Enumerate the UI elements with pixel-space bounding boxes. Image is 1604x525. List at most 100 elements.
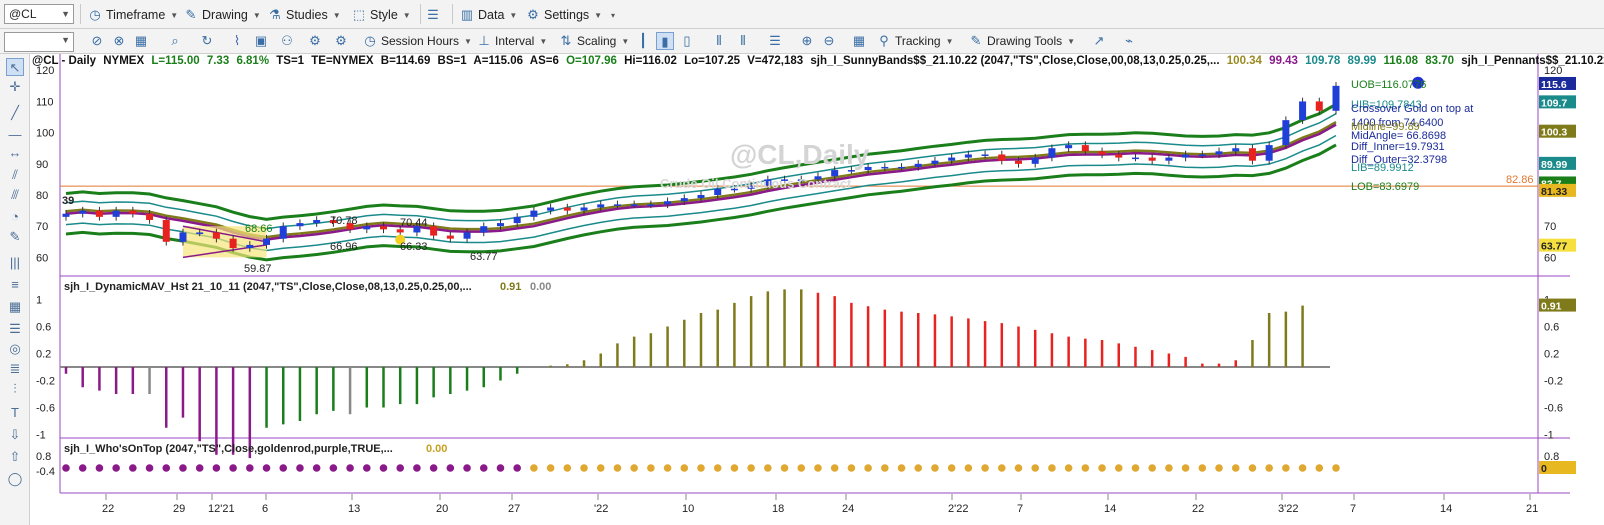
horizontal-line-icon[interactable]: — <box>6 126 24 144</box>
levels-icon[interactable]: ☰ <box>6 320 24 338</box>
wot-dot <box>847 464 856 472</box>
chevron-down-icon[interactable]: ▼ <box>61 35 70 45</box>
diff-inner-label: Diff_Inner=19.7931 <box>1351 141 1445 153</box>
data-menu[interactable]: ▥ Data ▼ <box>460 5 517 25</box>
retracement-icon[interactable]: ≣ <box>6 360 24 378</box>
range-icon[interactable]: ⦀ <box>734 32 752 50</box>
date-axis-tick: 22 <box>1192 503 1204 515</box>
wot-dot <box>362 464 371 472</box>
chevron-down-icon: ▼ <box>539 36 548 46</box>
candle-body <box>964 154 972 158</box>
link-icon[interactable]: ⊗ <box>110 32 128 50</box>
candle-body <box>263 238 271 245</box>
settings-menu[interactable]: ⚙ Settings ▼ <box>526 5 602 25</box>
refresh-icon[interactable]: ↻ <box>198 32 216 50</box>
header-open: O=107.96 <box>566 55 617 67</box>
data-label: Data <box>478 8 505 22</box>
chevron-down-icon: ▼ <box>621 36 630 46</box>
pencil-icon[interactable]: ✎ <box>6 228 24 246</box>
zoom-icon[interactable]: ⌕ <box>166 32 184 50</box>
spiral-icon[interactable]: ◎ <box>6 340 24 358</box>
chart-area[interactable]: 12011010090807060120110706082.86@CL,Dail… <box>30 54 1604 525</box>
chevron-down-icon[interactable]: ▼ <box>61 5 70 23</box>
grid-icon[interactable]: ▦ <box>850 32 868 50</box>
trend-icon[interactable]: ↗ <box>1090 32 1108 50</box>
interval-menu[interactable]: ⊥ Interval ▼ <box>476 31 547 51</box>
chevron-down-icon: ▼ <box>464 36 472 46</box>
candle-body <box>246 244 254 249</box>
candle-body <box>1299 101 1307 121</box>
volume-icon[interactable]: ⦀ <box>710 32 728 50</box>
format-icon[interactable]: ⚙ <box>332 32 350 50</box>
session-hours-menu[interactable]: ◷ Session Hours ▼ <box>362 31 472 51</box>
candle-body <box>563 207 571 211</box>
wot-dot <box>914 464 923 472</box>
image-icon[interactable]: ▣ <box>252 32 270 50</box>
wot-dot <box>713 464 722 472</box>
interval-input[interactable]: ▼ <box>4 32 74 52</box>
osc-tag: 0.91 <box>1541 301 1562 313</box>
date-axis-tick: 22 <box>102 503 114 515</box>
drawing-toolbar: ↖ ✛ ╱ — ↔ ⫽ ⫻ ◔ ✎ ||| ≡ ▦ ☰ ◎ ≣ ⫶ T ⇩ ⇧ … <box>0 54 30 525</box>
wot-dot <box>195 464 204 472</box>
header-study-value: 89.99 <box>1347 55 1377 67</box>
date-axis-tick: 7 <box>1350 503 1356 515</box>
candle-body <box>1031 157 1039 164</box>
osc-right-axis-tick: 0.2 <box>1544 349 1559 361</box>
wot-dot <box>346 464 354 472</box>
header-study-sunnybands: sjh_I_SunnyBands$$_21.10.22 (2047,"TS",C… <box>810 55 1220 67</box>
drawing-tools-menu[interactable]: ✎ Drawing Tools ▼ <box>968 31 1076 51</box>
scaling-menu[interactable]: ⇅ Scaling ▼ <box>558 31 630 51</box>
wot-dot <box>1181 464 1190 472</box>
candle-body <box>530 210 538 217</box>
zoom-in-icon[interactable]: ⊕ <box>798 32 816 50</box>
arrow-up-icon[interactable]: ⇧ <box>6 448 24 466</box>
arrow-down-icon[interactable]: ⇩ <box>6 426 24 444</box>
panel3-value: 0.00 <box>426 443 447 455</box>
fib-icon[interactable]: ≡ <box>6 276 24 294</box>
hollow-candle-icon[interactable]: ▯ <box>678 32 696 50</box>
more-toolbar-button[interactable]: ▾ <box>606 5 615 25</box>
candle-body <box>1265 145 1273 161</box>
cursor-sync-icon[interactable]: ⊘ <box>88 32 106 50</box>
pitchfork-icon[interactable]: ⫻ <box>6 186 24 204</box>
vertical-lines-icon[interactable]: ||| <box>6 254 24 272</box>
wot-dot <box>246 464 254 472</box>
layout-icon[interactable]: ☰ <box>766 32 784 50</box>
indicator-icon[interactable]: ⌁ <box>1120 32 1138 50</box>
bar-chart-icon[interactable]: ┃ <box>634 32 652 50</box>
chart-canvas[interactable]: 12011010090807060120110706082.86@CL,Dail… <box>30 54 1604 525</box>
osc-axis-tick: -0.2 <box>36 376 55 388</box>
chart-icon[interactable]: ⌇ <box>228 32 246 50</box>
crosshair-icon[interactable]: ✛ <box>6 78 24 96</box>
timeframe-menu[interactable]: ◷ Timeframe ▼ <box>88 5 178 25</box>
cycle-icon[interactable]: ◔ <box>6 208 24 226</box>
wot-dot <box>881 464 889 472</box>
candle-body <box>363 226 371 230</box>
osc-axis-tick: -1 <box>36 430 46 442</box>
style-menu[interactable]: ⬚ Style ▼ <box>352 5 411 25</box>
speed-lines-icon[interactable]: ⫶ <box>6 380 24 398</box>
pointer-icon[interactable]: ↖ <box>6 58 24 76</box>
layout-button[interactable]: ☰ <box>426 5 444 25</box>
tracking-menu[interactable]: ⚲ Tracking ▼ <box>876 31 953 51</box>
grid-icon[interactable]: ▦ <box>132 32 150 50</box>
chevron-down-icon: ▼ <box>1067 36 1076 46</box>
price-tag: 63.77 <box>1541 241 1567 253</box>
grid-icon[interactable]: ▦ <box>6 298 24 316</box>
ellipse-icon[interactable]: ◯ <box>6 470 24 488</box>
zoom-out-icon[interactable]: ⊖ <box>820 32 838 50</box>
trendline-icon[interactable]: ╱ <box>6 104 24 122</box>
candle-body <box>580 207 588 211</box>
symbol-input[interactable]: @CL ▼ <box>4 4 74 24</box>
channel-icon[interactable]: ⫽ <box>6 166 24 184</box>
ray-icon[interactable]: ↔ <box>6 144 24 162</box>
wot-dot <box>463 464 471 472</box>
studies-menu[interactable]: ⚗ Studies ▼ <box>268 5 340 25</box>
analysis-icon[interactable]: ⚇ <box>278 32 296 50</box>
drawing-menu[interactable]: ✎ Drawing ▼ <box>184 5 261 25</box>
settings-icon[interactable]: ⚙ <box>306 32 324 50</box>
text-icon[interactable]: T <box>6 404 24 422</box>
price-axis-tick: 90 <box>36 159 48 171</box>
candle-chart-icon[interactable]: ▮ <box>656 32 674 50</box>
